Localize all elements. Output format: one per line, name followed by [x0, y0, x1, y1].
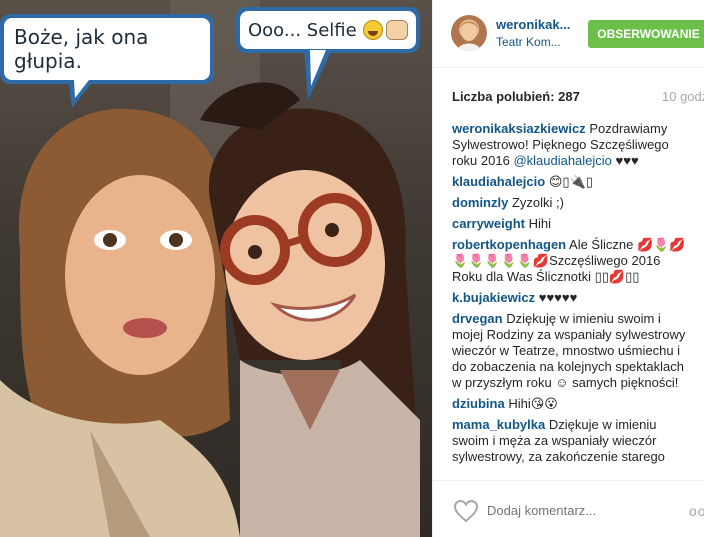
list-item: dominzly Zyzolki ;): [452, 195, 692, 211]
comment-username[interactable]: dziubina: [452, 396, 505, 411]
comment-text: Zyzolki ;): [511, 195, 564, 210]
post-side-panel: weronikak... Teatr Kom... OBSERWOWANIE L…: [432, 0, 704, 537]
list-item: dziubina Hihi😘😮: [452, 396, 692, 412]
comment-username[interactable]: robertkopenhagen: [452, 237, 566, 252]
speech-bubble-left-tail: [68, 80, 94, 108]
post-footer: ooo: [433, 480, 704, 537]
likes-row: Liczba polubień: 287 10 godz: [452, 89, 704, 104]
comment-username[interactable]: klaudiahalejcio: [452, 174, 545, 189]
follow-button[interactable]: OBSERWOWANIE: [588, 20, 704, 48]
comment-username[interactable]: carryweight: [452, 216, 525, 231]
list-item: k.bujakiewicz ♥♥♥♥♥: [452, 290, 692, 306]
clapping-hands-icon: [385, 20, 408, 40]
comment-text: ♥♥♥♥♥: [538, 290, 578, 305]
comment-username[interactable]: k.bujakiewicz: [452, 290, 535, 305]
speech-bubble-left-text: Boże, jak ona głupia.: [14, 25, 149, 73]
list-item: robertkopenhagen Ale Śliczne 💋🌷💋🌷🌷🌷🌷🌷💋Sz…: [452, 237, 692, 285]
comment-text: Hihi: [528, 216, 552, 231]
heart-icon[interactable]: [453, 499, 479, 523]
list-item: klaudiahalejcio 😊▯🔌▯: [452, 174, 692, 190]
add-comment-input[interactable]: [487, 503, 677, 518]
avatar-photo-icon: [457, 21, 481, 51]
list-item: carryweight Hihi: [452, 216, 692, 232]
comments-list[interactable]: weronikaksiazkiewicz Pozdrawiamy Sylwest…: [452, 121, 692, 477]
comment-text-tail: ♥♥♥: [611, 153, 639, 168]
comment-username[interactable]: weronikaksiazkiewicz: [452, 121, 586, 136]
speech-bubble-right-text: Ooo... Selfie: [248, 19, 357, 41]
post-photo[interactable]: Boże, jak ona głupia. Ooo... Selfie: [0, 0, 432, 537]
comment-text: Hihi😘😮: [508, 396, 558, 411]
comment-username[interactable]: mama_kubylka: [452, 417, 545, 432]
comment-mention[interactable]: @klaudiahalejcio: [513, 153, 611, 168]
smiley-emoji-icon: [362, 20, 383, 40]
comment-text: 😊▯🔌▯: [548, 174, 593, 189]
comment-username[interactable]: dominzly: [452, 195, 508, 210]
likes-count[interactable]: Liczba polubień: 287: [452, 89, 580, 104]
more-options-icon[interactable]: ooo: [689, 503, 704, 519]
post-header: weronikak... Teatr Kom... OBSERWOWANIE: [433, 0, 704, 68]
username-link[interactable]: weronikak...: [496, 17, 570, 32]
post-timestamp: 10 godz: [662, 89, 704, 104]
avatar[interactable]: [451, 15, 487, 51]
speech-bubble-right: Ooo... Selfie: [236, 7, 420, 53]
list-item: mama_kubylka Dziękuje w imieniu swoim i …: [452, 417, 692, 465]
comment-username[interactable]: drvegan: [452, 311, 503, 326]
list-item: drvegan Dziękuję w imieniu swoim i mojej…: [452, 311, 692, 391]
speech-bubble-left: Boże, jak ona głupia.: [0, 14, 214, 84]
location-link[interactable]: Teatr Kom...: [496, 35, 561, 49]
comment-caption: weronikaksiazkiewicz Pozdrawiamy Sylwest…: [452, 121, 692, 169]
speech-bubble-right-tail: [304, 50, 332, 100]
